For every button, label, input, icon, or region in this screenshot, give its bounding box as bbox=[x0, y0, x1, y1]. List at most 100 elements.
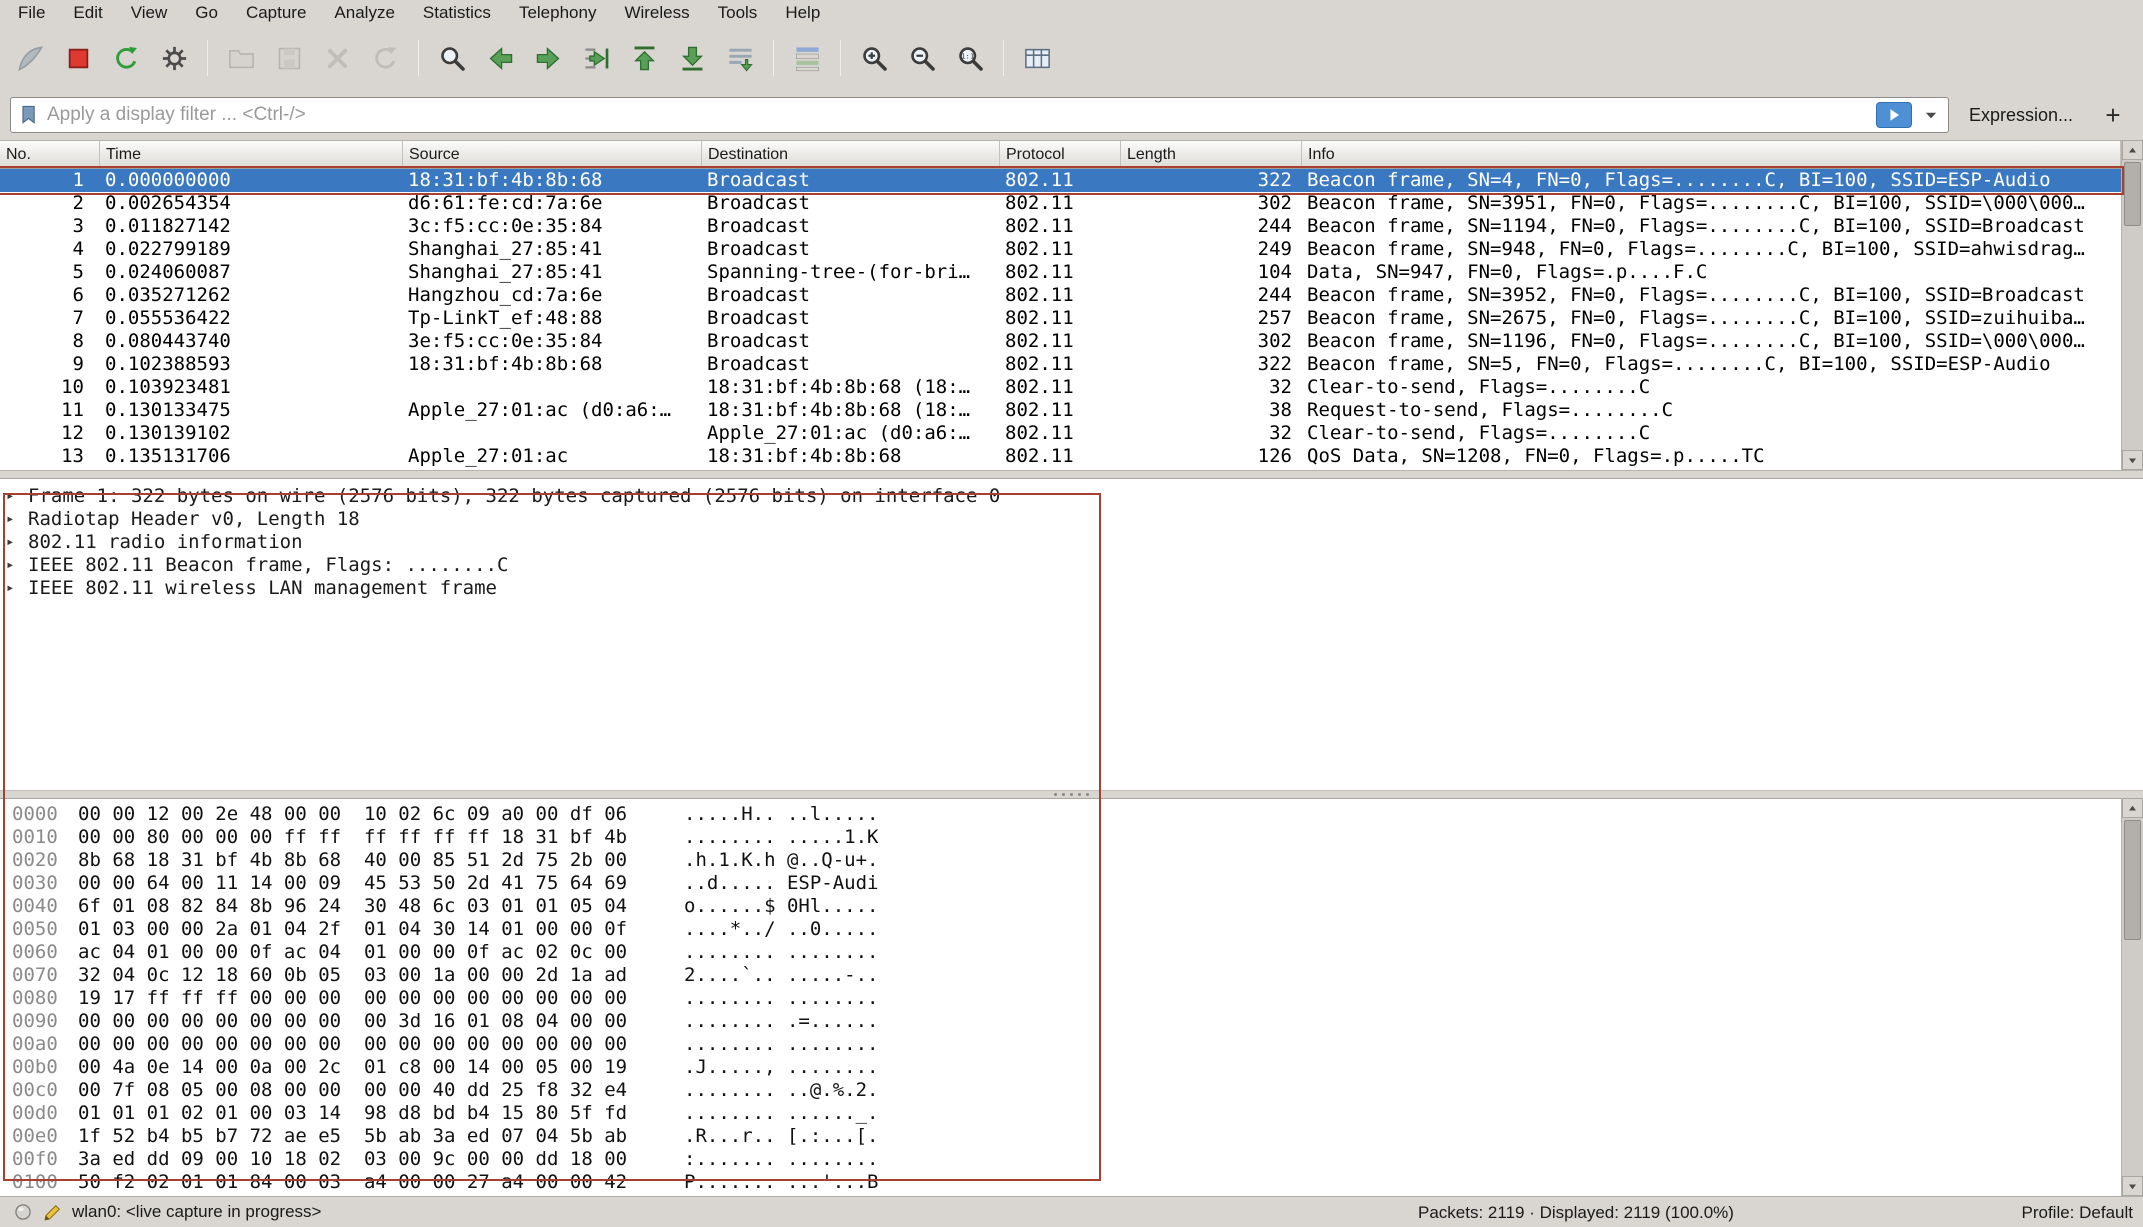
hex-row[interactable]: 00b000 4a 0e 14 00 0a 00 2c 01 c8 00 14 … bbox=[0, 1056, 2121, 1079]
go-forward-icon[interactable] bbox=[526, 37, 570, 79]
filter-dropdown-icon[interactable] bbox=[1918, 100, 1944, 130]
hex-row[interactable]: 00208b 68 18 31 bf 4b 8b 68 40 00 85 51 … bbox=[0, 849, 2121, 872]
expander-icon[interactable]: ▸ bbox=[6, 557, 28, 573]
display-filter-field[interactable] bbox=[10, 97, 1949, 133]
hex-row[interactable]: 00c000 7f 08 05 00 08 00 00 00 00 40 dd … bbox=[0, 1079, 2121, 1102]
hex-row[interactable]: 000000 00 12 00 2e 48 00 00 10 02 6c 09 … bbox=[0, 803, 2121, 826]
restart-capture-icon[interactable] bbox=[104, 37, 148, 79]
menu-item-telephony[interactable]: Telephony bbox=[505, 0, 611, 26]
scroll-up-icon[interactable] bbox=[2122, 798, 2143, 818]
packet-row[interactable]: 20.002654354d6:61:fe:cd:7a:6eBroadcast80… bbox=[0, 192, 2121, 215]
filter-bookmark-icon[interactable] bbox=[17, 103, 41, 127]
go-to-packet-icon[interactable] bbox=[574, 37, 618, 79]
hex-row[interactable]: 00a000 00 00 00 00 00 00 00 00 00 00 00 … bbox=[0, 1033, 2121, 1056]
pane-splitter[interactable] bbox=[0, 470, 2143, 478]
scroll-up-icon[interactable] bbox=[2122, 140, 2143, 160]
menu-item-wireless[interactable]: Wireless bbox=[610, 0, 703, 26]
resize-columns-icon[interactable] bbox=[1015, 37, 1059, 79]
splitter-handle-icon bbox=[1062, 793, 1065, 796]
cell-info: QoS Data, SN=1208, FN=0, Flags=.p.....TC bbox=[1302, 445, 2121, 468]
scroll-down-icon[interactable] bbox=[2122, 450, 2143, 470]
profile-status[interactable]: Profile: Default bbox=[2022, 1197, 2134, 1227]
expander-icon[interactable]: ▸ bbox=[6, 511, 28, 527]
menu-item-statistics[interactable]: Statistics bbox=[409, 0, 505, 26]
packet-detail-row[interactable]: ▸Radiotap Header v0, Length 18 bbox=[0, 507, 2143, 530]
packet-detail-row[interactable]: ▸802.11 radio information bbox=[0, 530, 2143, 553]
hex-row[interactable]: 003000 00 64 00 11 14 00 09 45 53 50 2d … bbox=[0, 872, 2121, 895]
hex-row[interactable]: 005001 03 00 00 2a 01 04 2f 01 04 30 14 … bbox=[0, 918, 2121, 941]
hex-row[interactable]: 00d001 01 01 02 01 00 03 14 98 d8 bd b4 … bbox=[0, 1102, 2121, 1125]
capture-options-icon[interactable] bbox=[152, 37, 196, 79]
menu-item-view[interactable]: View bbox=[117, 0, 182, 26]
column-header-source[interactable]: Source bbox=[403, 141, 702, 168]
packet-detail-row[interactable]: ▸Frame 1: 322 bytes on wire (2576 bits),… bbox=[0, 484, 2143, 507]
packet-bytes-scrollbar[interactable] bbox=[2121, 798, 2143, 1196]
edit-capture-comment-icon[interactable] bbox=[42, 1201, 64, 1223]
cell-info: Beacon frame, SN=1194, FN=0, Flags=.....… bbox=[1302, 215, 2121, 238]
menu-item-tools[interactable]: Tools bbox=[704, 0, 772, 26]
packet-row[interactable]: 100.10392348118:31:bf:4b:8b:68 (18:…802.… bbox=[0, 376, 2121, 399]
column-header-time[interactable]: Time bbox=[100, 141, 403, 168]
packet-row[interactable]: 40.022799189Shanghai_27:85:41Broadcast80… bbox=[0, 238, 2121, 261]
expander-icon[interactable]: ▸ bbox=[6, 534, 28, 550]
hex-row[interactable]: 00e01f 52 b4 b5 b7 72 ae e5 5b ab 3a ed … bbox=[0, 1125, 2121, 1148]
capture-status-icon[interactable] bbox=[12, 1201, 34, 1223]
packet-row[interactable]: 70.055536422Tp-LinkT_ef:48:88Broadcast80… bbox=[0, 307, 2121, 330]
zoom-in-icon[interactable] bbox=[852, 37, 896, 79]
packet-row[interactable]: 60.035271262Hangzhou_cd:7a:6eBroadcast80… bbox=[0, 284, 2121, 307]
colorize-packets-icon[interactable] bbox=[785, 37, 829, 79]
stop-capture-icon[interactable] bbox=[56, 37, 100, 79]
column-header-no[interactable]: No. bbox=[0, 141, 100, 168]
go-last-packet-icon[interactable] bbox=[670, 37, 714, 79]
hex-offset: 00f0 bbox=[12, 1148, 58, 1171]
packet-detail-row[interactable]: ▸IEEE 802.11 Beacon frame, Flags: ......… bbox=[0, 553, 2143, 576]
menu-item-file[interactable]: File bbox=[4, 0, 59, 26]
cell-no: 2 bbox=[0, 192, 100, 215]
add-filter-button[interactable]: + bbox=[2093, 100, 2133, 131]
detail-text: Radiotap Header v0, Length 18 bbox=[28, 508, 360, 530]
find-packet-icon[interactable] bbox=[430, 37, 474, 79]
hex-row[interactable]: 009000 00 00 00 00 00 00 00 00 3d 16 01 … bbox=[0, 1010, 2121, 1033]
column-header-protocol[interactable]: Protocol bbox=[1000, 141, 1121, 168]
packet-row[interactable]: 30.0118271423c:f5:cc:0e:35:84Broadcast80… bbox=[0, 215, 2121, 238]
scrollbar-thumb[interactable] bbox=[2124, 162, 2141, 226]
go-first-packet-icon[interactable] bbox=[622, 37, 666, 79]
menu-item-edit[interactable]: Edit bbox=[59, 0, 116, 26]
go-back-icon[interactable] bbox=[478, 37, 522, 79]
packet-list-scrollbar[interactable] bbox=[2121, 140, 2143, 470]
scroll-down-icon[interactable] bbox=[2122, 1176, 2143, 1196]
packet-row[interactable]: 80.0804437403e:f5:cc:0e:35:84Broadcast80… bbox=[0, 330, 2121, 353]
hex-row[interactable]: 00f03a ed dd 09 00 10 18 02 03 00 9c 00 … bbox=[0, 1148, 2121, 1171]
expression-button[interactable]: Expression... bbox=[1959, 105, 2083, 126]
menu-item-help[interactable]: Help bbox=[771, 0, 834, 26]
hex-row[interactable]: 0060ac 04 01 00 00 0f ac 04 01 00 00 0f … bbox=[0, 941, 2121, 964]
packet-row[interactable]: 130.135131706Apple_27:01:ac18:31:bf:4b:8… bbox=[0, 445, 2121, 468]
packet-detail-row[interactable]: ▸IEEE 802.11 wireless LAN management fra… bbox=[0, 576, 2143, 599]
pane-splitter[interactable] bbox=[0, 790, 2143, 798]
hex-row[interactable]: 001000 00 80 00 00 00 ff ff ff ff ff ff … bbox=[0, 826, 2121, 849]
column-header-length[interactable]: Length bbox=[1121, 141, 1302, 168]
apply-filter-icon[interactable] bbox=[1876, 102, 1912, 128]
packet-row[interactable]: 10.00000000018:31:bf:4b:8b:68Broadcast80… bbox=[0, 169, 2121, 192]
display-filter-input[interactable] bbox=[47, 104, 1870, 126]
hex-bytes: ac 04 01 00 00 0f ac 04 01 00 00 0f ac 0… bbox=[78, 941, 627, 964]
zoom-out-icon[interactable] bbox=[900, 37, 944, 79]
hex-row[interactable]: 007032 04 0c 12 18 60 0b 05 03 00 1a 00 … bbox=[0, 964, 2121, 987]
packet-row[interactable]: 110.130133475Apple_27:01:ac (d0:a6:…18:3… bbox=[0, 399, 2121, 422]
packet-row[interactable]: 120.130139102Apple_27:01:ac (d0:a6:…802.… bbox=[0, 422, 2121, 445]
hex-row[interactable]: 00406f 01 08 82 84 8b 96 24 30 48 6c 03 … bbox=[0, 895, 2121, 918]
packet-row[interactable]: 50.024060087Shanghai_27:85:41Spanning-tr… bbox=[0, 261, 2121, 284]
hex-row[interactable]: 008019 17 ff ff ff 00 00 00 00 00 00 00 … bbox=[0, 987, 2121, 1010]
packet-row[interactable]: 90.10238859318:31:bf:4b:8b:68Broadcast80… bbox=[0, 353, 2121, 376]
expander-icon[interactable]: ▸ bbox=[6, 580, 28, 596]
hex-row[interactable]: 010050 f2 02 01 01 84 00 03 a4 00 00 27 … bbox=[0, 1171, 2121, 1194]
menu-item-analyze[interactable]: Analyze bbox=[320, 0, 408, 26]
expander-icon[interactable]: ▸ bbox=[6, 488, 28, 504]
scrollbar-thumb[interactable] bbox=[2124, 820, 2141, 940]
column-header-destination[interactable]: Destination bbox=[702, 141, 1000, 168]
menu-item-go[interactable]: Go bbox=[181, 0, 232, 26]
menu-item-capture[interactable]: Capture bbox=[232, 0, 320, 26]
auto-scroll-icon[interactable] bbox=[718, 37, 762, 79]
zoom-original-icon[interactable]: 1:1 bbox=[948, 37, 992, 79]
column-header-info[interactable]: Info bbox=[1302, 141, 2121, 168]
